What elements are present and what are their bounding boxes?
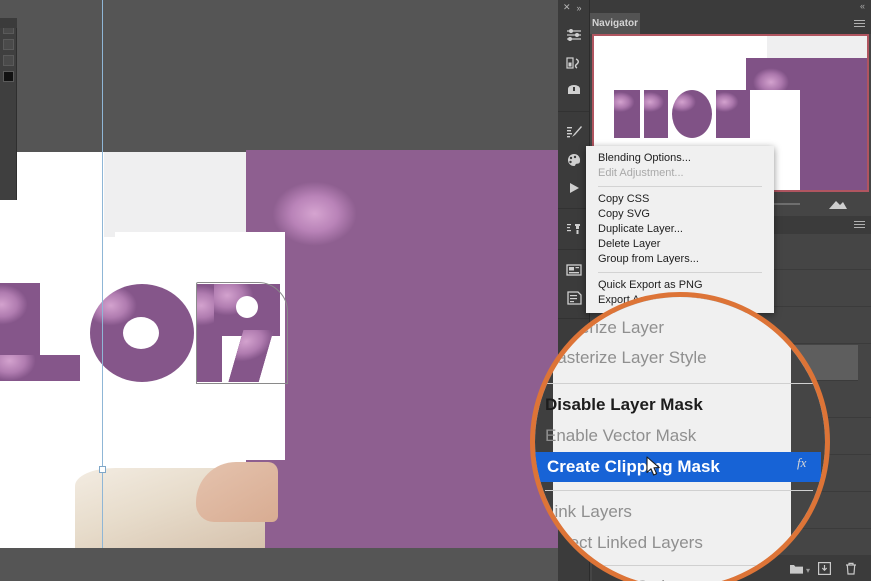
- menu-item-enable-vector-mask: Enable Vector Mask: [545, 426, 697, 445]
- menu-item-copy-layer-style: Copy Layer Style: [545, 572, 825, 581]
- menu-separator: [545, 383, 813, 384]
- menu-item-blending-options[interactable]: Blending Options...: [586, 151, 774, 166]
- expand-icon[interactable]: »: [577, 3, 582, 13]
- swatch-3[interactable]: [2, 55, 14, 66]
- transform-handle[interactable]: [99, 466, 106, 473]
- rail-group-2: [558, 112, 589, 209]
- menu-separator: [545, 490, 813, 491]
- canvas-bottom-area: [0, 548, 558, 581]
- letter-o-counter: [123, 317, 159, 349]
- photoshop-window: ✕ » « Navigator Blending Options... Edit…: [0, 0, 871, 581]
- menu-separator: [598, 272, 762, 273]
- loupe-content: Rasterize Layer Rasterize Layer Style Di…: [535, 297, 825, 581]
- collapse-panels-icon[interactable]: «: [860, 2, 865, 11]
- left-tool-strip[interactable]: [0, 18, 17, 200]
- libraries-panel-icon[interactable]: [558, 77, 590, 105]
- menu-separator: [545, 565, 813, 566]
- tulip-bouquet-photo: [246, 150, 558, 548]
- rail-group-3: [558, 209, 589, 250]
- layer-context-menu[interactable]: Blending Options... Edit Adjustment... C…: [586, 146, 774, 313]
- rail-group-1: [558, 15, 589, 112]
- menu-item-delete-layer[interactable]: Delete Layer: [586, 237, 774, 252]
- menu-item-copy-svg[interactable]: Copy SVG: [586, 207, 774, 222]
- mouse-pointer-icon: [646, 456, 660, 476]
- close-icon[interactable]: ✕: [563, 2, 571, 13]
- menu-separator: [598, 186, 762, 187]
- letter-r-outline: [196, 282, 288, 384]
- brush-settings-panel-icon[interactable]: [558, 118, 590, 146]
- canvas-area[interactable]: [0, 0, 558, 581]
- swatch-2[interactable]: [2, 39, 14, 50]
- delete-layer-icon[interactable]: [845, 562, 857, 575]
- magnifier-loupe: Rasterize Layer Rasterize Layer Style Di…: [530, 292, 830, 581]
- styles-panel-icon[interactable]: [558, 49, 590, 77]
- menu-item-duplicate-layer[interactable]: Duplicate Layer...: [586, 222, 774, 237]
- menu-item-rasterize-layer-style: Rasterize Layer Style: [545, 348, 707, 367]
- menu-item-edit-adjustment: Edit Adjustment...: [598, 167, 684, 179]
- loupe-footer-icons: [791, 566, 825, 577]
- new-layer-icon[interactable]: [810, 566, 820, 577]
- menu-item-rasterize-layer: Rasterize Layer: [545, 318, 665, 337]
- adjustments-panel-icon[interactable]: [558, 21, 590, 49]
- menu-item-select-linked-layers: Select Linked Layers: [545, 533, 703, 552]
- panel-menu-icon[interactable]: [854, 20, 865, 28]
- new-group-icon[interactable]: [793, 566, 803, 577]
- menu-item-link-layers: Link Layers: [545, 502, 632, 521]
- letter-l-foot: [0, 355, 80, 381]
- menu-item-group-from-layers[interactable]: Group from Layers...: [586, 252, 774, 267]
- tab-navigator[interactable]: Navigator: [590, 13, 640, 34]
- navigator-thumb-text: [614, 90, 750, 138]
- layers-panel-menu-icon[interactable]: [854, 221, 865, 229]
- zoom-mountain-icon[interactable]: [827, 199, 849, 210]
- dock-topbar: «: [590, 0, 871, 13]
- left-strip-topbar: [0, 18, 17, 28]
- menu-item-create-clipping-mask[interactable]: Create Clipping Mask: [535, 452, 821, 482]
- loupe-fx-badge: fx: [797, 455, 807, 470]
- foreground-color-swatch[interactable]: [2, 71, 14, 82]
- menu-item-copy-css[interactable]: Copy CSS: [586, 192, 774, 207]
- rail-topbar: ✕ »: [558, 0, 589, 15]
- menu-item-quick-export-png[interactable]: Quick Export as PNG: [586, 278, 774, 293]
- navigator-tabstrip[interactable]: Navigator: [590, 13, 871, 34]
- menu-item-disable-layer-mask[interactable]: Disable Layer Mask: [545, 390, 825, 420]
